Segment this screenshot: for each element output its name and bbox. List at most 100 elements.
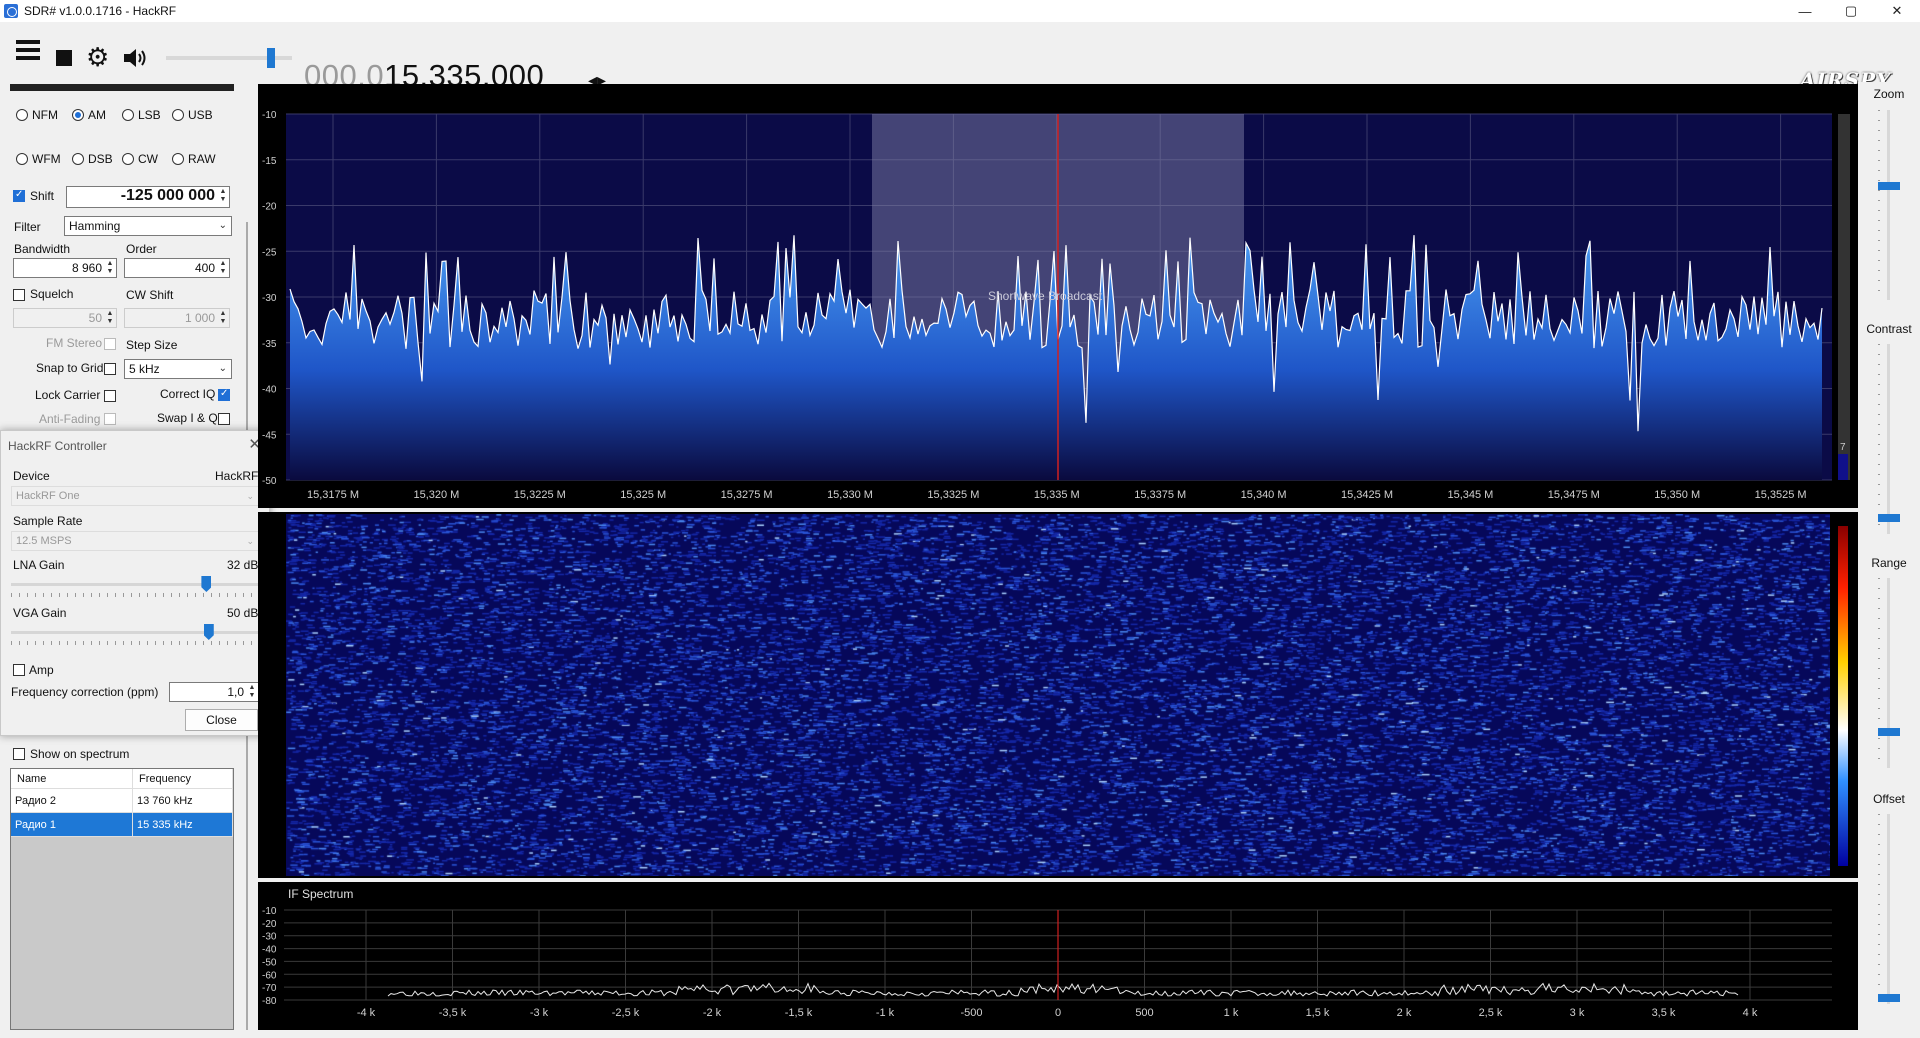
lna-gain-track[interactable] bbox=[11, 583, 259, 586]
shift-spinner-icon[interactable]: ▲ ▼ bbox=[218, 188, 228, 204]
mode-radio-wfm[interactable]: WFM bbox=[16, 152, 61, 166]
spectrum-x-tick: 15,350 M bbox=[1654, 489, 1700, 501]
filter-select[interactable]: Hamming ⌄ bbox=[64, 216, 232, 236]
offset-slider-track[interactable] bbox=[1887, 814, 1890, 1004]
order-label: Order bbox=[126, 242, 157, 256]
offset-slider-thumb[interactable] bbox=[1878, 994, 1900, 1002]
minimize-button[interactable]: — bbox=[1782, 0, 1828, 22]
vga-gain-track[interactable] bbox=[11, 631, 259, 634]
gear-icon[interactable]: ⚙ bbox=[86, 44, 110, 70]
chevron-down-icon: ⌄ bbox=[218, 363, 227, 374]
freq-correction-spinner-icon[interactable]: ▲ ▼ bbox=[247, 684, 257, 700]
lna-gain-thumb[interactable] bbox=[201, 576, 212, 592]
mode-radio-usb[interactable]: USB bbox=[172, 108, 213, 122]
spectrum-y-tick: -45 bbox=[262, 430, 277, 441]
spectrum-y-tick: -20 bbox=[262, 202, 277, 213]
mode-radio-lsb[interactable]: LSB bbox=[122, 108, 161, 122]
if-x-tick: 0 bbox=[1055, 1007, 1061, 1019]
chevron-down-icon: ⌄ bbox=[246, 491, 254, 501]
dialog-close-button[interactable]: Close bbox=[185, 709, 258, 731]
amp-label: Amp bbox=[29, 663, 54, 677]
fm-stereo-label: FM Stereo bbox=[46, 336, 103, 350]
zoom-slider-ticks bbox=[1878, 110, 1880, 300]
if-x-tick: -500 bbox=[960, 1007, 982, 1019]
volume-slider-thumb[interactable] bbox=[267, 48, 276, 68]
speaker-icon[interactable] bbox=[122, 46, 148, 70]
range-slider-thumb[interactable] bbox=[1878, 728, 1900, 736]
range-slider-track[interactable] bbox=[1887, 578, 1890, 768]
bandwidth-spinner-icon[interactable]: ▲ ▼ bbox=[105, 260, 115, 276]
contrast-slider-track[interactable] bbox=[1887, 344, 1890, 534]
window-title: SDR# v1.0.0.1716 - HackRF bbox=[24, 4, 177, 18]
mode-radio-cw[interactable]: CW bbox=[122, 152, 158, 166]
squelch-input[interactable]: 50 ▲ ▼ bbox=[13, 308, 117, 328]
order-spinner-icon[interactable]: ▲ ▼ bbox=[218, 260, 228, 276]
contrast-label: Contrast bbox=[1866, 322, 1912, 336]
frequency-row-name: Радио 1 bbox=[11, 813, 133, 836]
waterfall-display[interactable] bbox=[258, 512, 1858, 878]
waterfall-canvas[interactable] bbox=[286, 514, 1830, 876]
swap-iq-checkbox[interactable] bbox=[218, 413, 230, 425]
amp-checkbox[interactable] bbox=[13, 664, 25, 676]
shift-label: Shift bbox=[30, 189, 55, 203]
anti-fading-checkbox[interactable] bbox=[104, 413, 116, 425]
frequency-manager-header: Name Frequency bbox=[11, 769, 233, 789]
mode-label: USB bbox=[188, 108, 213, 122]
spectrum-x-tick: 15,3375 M bbox=[1134, 489, 1186, 501]
squelch-checkbox[interactable] bbox=[13, 289, 25, 301]
spectrum-x-tick: 15,335 M bbox=[1034, 489, 1080, 501]
lock-carrier-checkbox[interactable] bbox=[104, 390, 116, 402]
squelch-value: 50 bbox=[88, 311, 102, 325]
lna-gain-value: 32 dB bbox=[227, 558, 259, 572]
frequency-row[interactable]: Радио 2 13 760 kHz bbox=[11, 789, 233, 813]
spectrum-side-level bbox=[1838, 454, 1848, 480]
spectrum-x-tick: 15,3475 M bbox=[1548, 489, 1600, 501]
zoom-slider-thumb[interactable] bbox=[1878, 182, 1900, 190]
lock-carrier-label: Lock Carrier bbox=[35, 388, 101, 402]
shift-checkbox[interactable] bbox=[13, 189, 25, 202]
squelch-spinner-icon[interactable]: ▲ ▼ bbox=[105, 310, 115, 326]
column-header-name[interactable]: Name bbox=[11, 769, 133, 788]
column-header-frequency[interactable]: Frequency bbox=[133, 769, 233, 788]
if-x-tick: 500 bbox=[1135, 1007, 1153, 1019]
stop-icon[interactable] bbox=[56, 50, 72, 66]
correct-iq-checkbox[interactable] bbox=[218, 388, 230, 401]
mode-radio-dsb[interactable]: DSB bbox=[72, 152, 113, 166]
snap-to-grid-checkbox[interactable] bbox=[104, 363, 116, 375]
cw-shift-spinner-icon[interactable]: ▲ ▼ bbox=[218, 310, 228, 326]
spectrum-analyzer[interactable]: -10 -15 -20 -25 -30 -35 -40 -45 -50 15,3175 M 15,… bbox=[258, 84, 1858, 508]
if-x-tick: -1,5 k bbox=[785, 1007, 813, 1019]
device-select[interactable]: HackRF One ⌄ bbox=[11, 486, 259, 506]
fm-stereo-checkbox[interactable] bbox=[104, 338, 116, 350]
anti-fading-label: Anti-Fading bbox=[39, 412, 101, 426]
spectrum-plot[interactable]: -10 -15 -20 -25 -30 -35 -40 -45 -50 15,3175 M 15,… bbox=[258, 84, 1858, 508]
spectrum-x-tick: 15,330 M bbox=[827, 489, 873, 501]
shift-value: -125 000 000 bbox=[120, 187, 215, 204]
contrast-slider-thumb[interactable] bbox=[1878, 514, 1900, 522]
cw-shift-input[interactable]: 1 000 ▲ ▼ bbox=[124, 308, 230, 328]
zoom-slider-track[interactable] bbox=[1887, 110, 1890, 300]
title-bar: SDR# v1.0.0.1716 - HackRF — ▢ ✕ bbox=[0, 0, 1920, 22]
vga-gain-thumb[interactable] bbox=[203, 624, 214, 640]
bandwidth-input[interactable]: 8 960 ▲ ▼ bbox=[13, 258, 117, 278]
mode-radio-nfm[interactable]: NFM bbox=[16, 108, 58, 122]
show-on-spectrum-checkbox[interactable] bbox=[13, 748, 25, 760]
order-input[interactable]: 400 ▲ ▼ bbox=[124, 258, 230, 278]
close-button[interactable]: ✕ bbox=[1874, 0, 1920, 22]
freq-correction-input[interactable]: 1,0 ▲ ▼ bbox=[169, 682, 259, 702]
frequency-row-frequency: 15 335 kHz bbox=[133, 813, 233, 836]
frequency-row[interactable]: Радио 1 15 335 kHz bbox=[11, 813, 233, 837]
shift-input[interactable]: -125 000 000 ▲ ▼ bbox=[66, 186, 230, 208]
if-y-tick: -10 bbox=[262, 906, 277, 917]
hamburger-menu-icon[interactable] bbox=[16, 40, 40, 60]
mode-radio-raw[interactable]: RAW bbox=[172, 152, 216, 166]
step-size-select[interactable]: 5 kHz ⌄ bbox=[124, 359, 232, 379]
mode-radio-am[interactable]: AM bbox=[72, 108, 106, 122]
maximize-button[interactable]: ▢ bbox=[1828, 0, 1874, 22]
if-spectrum[interactable]: IF Spectrum -10 -20 -30 -40 -50 -60 -70 -80 -4 … bbox=[258, 882, 1858, 1030]
if-spectrum-plot[interactable]: IF Spectrum -10 -20 -30 -40-50 -60 -70 -80 -4 … bbox=[258, 882, 1858, 1030]
if-x-tick: -2 k bbox=[703, 1007, 722, 1019]
if-y-tick: -40 bbox=[262, 945, 277, 956]
mode-label: AM bbox=[88, 108, 106, 122]
sample-rate-select[interactable]: 12.5 MSPS ⌄ bbox=[11, 531, 259, 551]
